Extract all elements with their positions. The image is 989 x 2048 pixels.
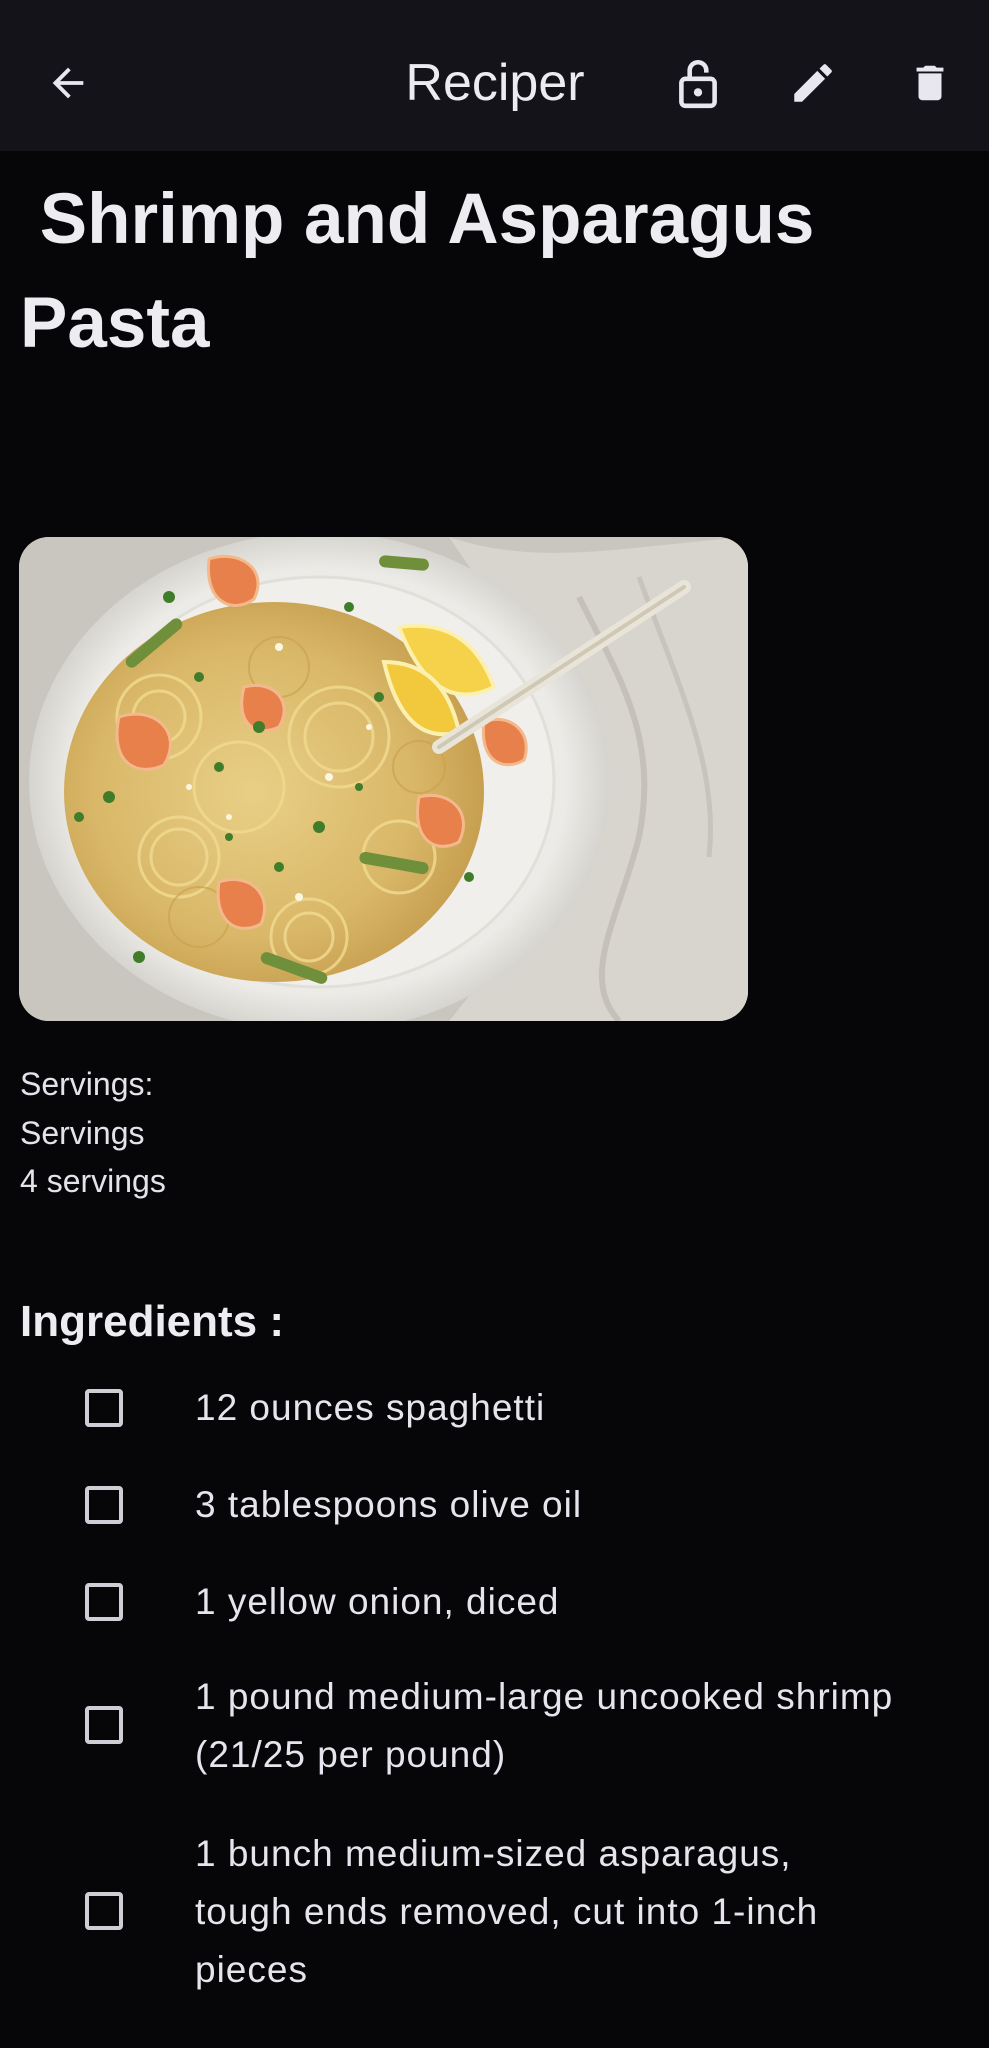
ingredients-heading: Ingredients : xyxy=(20,1297,285,1346)
arrow-left-icon xyxy=(52,67,84,99)
recipe-title: Shrimp and Asparagus Pasta xyxy=(20,180,815,363)
delete-button[interactable] xyxy=(885,38,975,128)
servings-name: Servings xyxy=(20,1114,145,1151)
lock-button[interactable] xyxy=(653,38,743,128)
pasta-dish-image xyxy=(19,537,748,1021)
ingredient-label: 1 bunch medium-sized asparagus, tough en… xyxy=(195,1833,819,1990)
ingredient-label: 3 tablespoons olive oil xyxy=(195,1484,583,1525)
ingredient-checkbox[interactable] xyxy=(85,1892,123,1930)
servings-label: Servings: xyxy=(20,1066,154,1102)
back-button[interactable] xyxy=(23,38,113,128)
app-bar: Reciper xyxy=(0,0,989,151)
app-title: Reciper xyxy=(405,54,585,112)
ingredient-checkbox[interactable] xyxy=(85,1389,123,1427)
unlocked-padlock-icon xyxy=(679,60,717,109)
ingredient-label: 1 yellow onion, diced xyxy=(195,1581,560,1622)
edit-button[interactable] xyxy=(768,38,858,128)
ingredient-checkbox[interactable] xyxy=(85,1486,123,1524)
servings-block: Servings: Servings 4 servings xyxy=(20,1060,166,1206)
ingredient-checkbox[interactable] xyxy=(85,1583,123,1621)
ingredient-label: 1 pound medium-large uncooked shrimp (21… xyxy=(195,1676,894,1775)
ingredient-checkbox[interactable] xyxy=(85,1706,123,1744)
trash-icon xyxy=(916,65,944,101)
ingredient-label: 12 ounces spaghetti xyxy=(195,1387,546,1428)
recipe-photo xyxy=(19,537,748,1021)
pencil-icon xyxy=(794,64,832,102)
servings-value: 4 servings xyxy=(20,1163,166,1199)
